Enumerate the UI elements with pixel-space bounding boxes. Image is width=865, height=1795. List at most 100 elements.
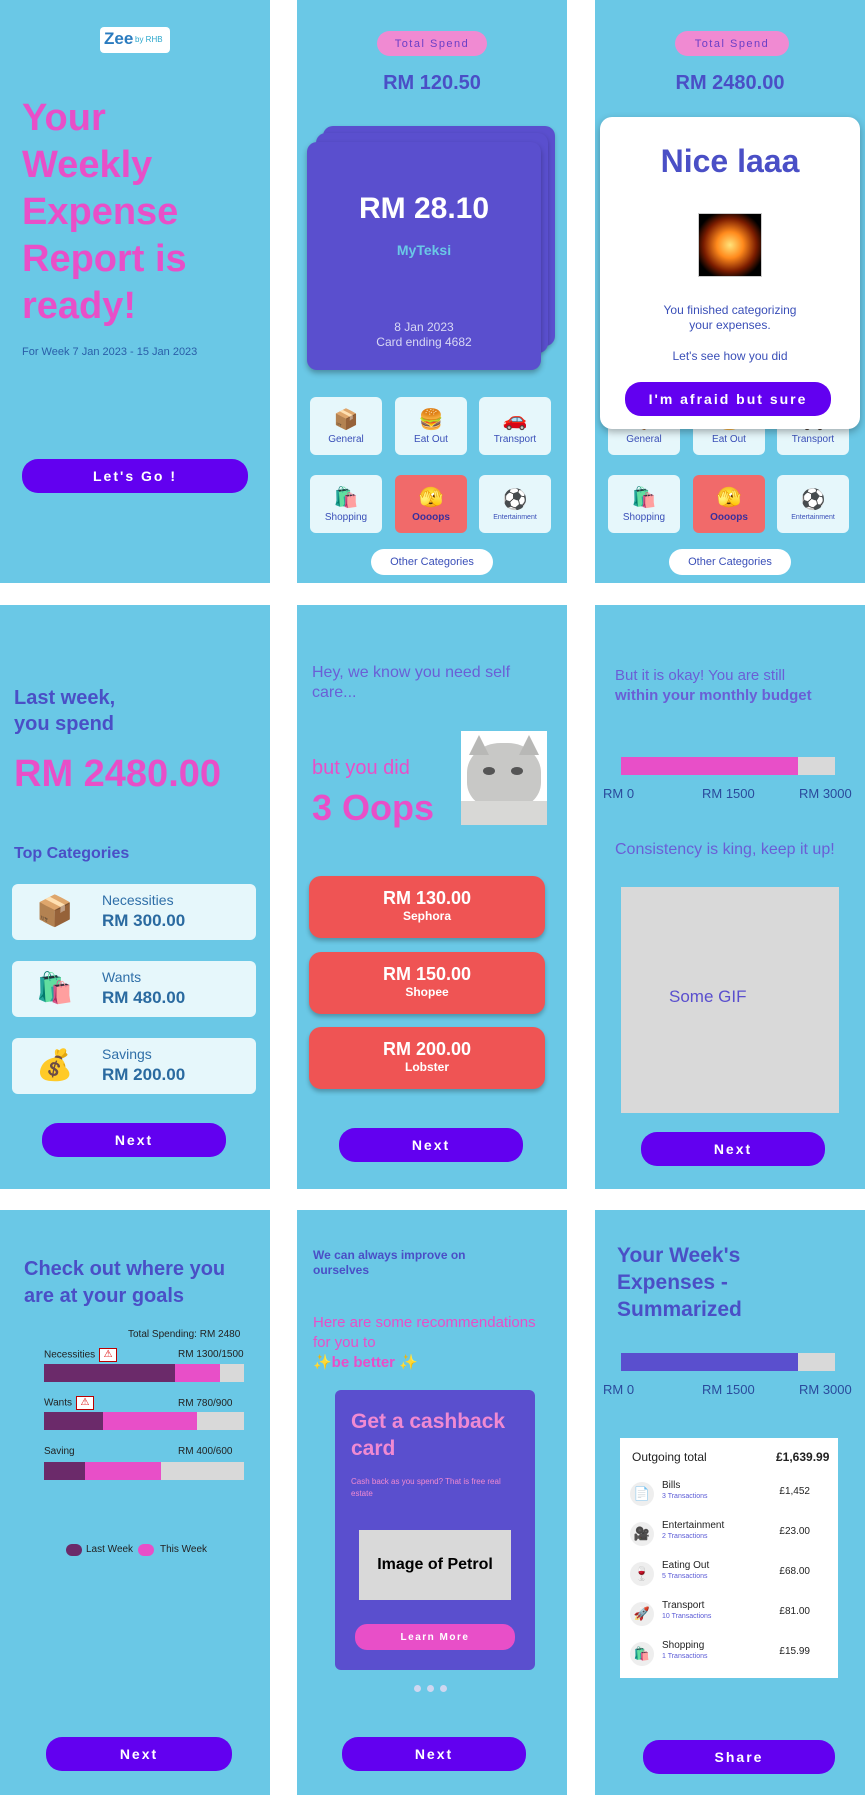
goal-label: Necessities ⚠	[44, 1348, 118, 1362]
category-label: Transport	[791, 433, 835, 445]
goal-last-week-fill	[44, 1462, 86, 1480]
carousel-dot[interactable]	[440, 1685, 447, 1692]
category-entertainment[interactable]: ⚽ Entertainment	[777, 475, 849, 533]
axis-tick: RM 3000	[799, 1382, 852, 1397]
share-button[interactable]: Share	[643, 1740, 835, 1774]
modal-title: Nice laaa	[660, 143, 800, 179]
next-button[interactable]: Next	[342, 1737, 526, 1771]
transaction-row[interactable]: 🚀 Transport 10 Transactions £81.00	[630, 1596, 810, 1636]
money-bag-hand-icon: 💰	[36, 1049, 74, 1082]
category-general[interactable]: 📦 General	[310, 397, 382, 455]
next-button[interactable]: Next	[339, 1128, 523, 1162]
total-spend-pill: Total Spend	[377, 31, 487, 56]
category-label: Eat Out	[712, 433, 746, 445]
goal-value: RM 400/600	[178, 1446, 233, 1457]
completion-modal: Nice laaa You finished categorizing your…	[600, 117, 860, 429]
transaction-category: Entertainment	[662, 1520, 725, 1531]
oops-transaction[interactable]: RM 150.00 Shopee	[309, 952, 545, 1014]
cat-eye	[483, 767, 495, 775]
axis-tick: RM 1500	[702, 1382, 755, 1397]
soccer-ball-icon: ⚽	[502, 488, 528, 511]
category-eat-out[interactable]: 🍔 Eat Out	[395, 397, 467, 455]
sad-cat-image	[461, 731, 547, 825]
cat-ear	[469, 735, 489, 755]
learn-more-button[interactable]: Learn More	[355, 1624, 515, 1650]
gif-placeholder: Some GIF	[621, 887, 839, 1113]
soccer-ball-icon: ⚽	[800, 488, 826, 511]
afraid-but-sure-button[interactable]: I'm afraid but sure	[625, 382, 831, 416]
cashback-card[interactable]: Get a cashback card Cash back as you spe…	[335, 1390, 535, 1670]
transaction-amount: £81.00	[779, 1606, 810, 1617]
goal-bar	[44, 1412, 244, 1430]
next-button[interactable]: Next	[42, 1123, 226, 1157]
lets-go-button[interactable]: Let's Go !	[22, 459, 248, 493]
total-spending-label: Total Spending: RM 2480	[128, 1329, 241, 1340]
top-category-card: 📦 Necessities RM 300.00	[12, 884, 256, 940]
screen-last-week: Last week, you spend RM 2480.00 Top Cate…	[0, 605, 270, 1189]
headline-line: Report is	[22, 238, 187, 280]
next-button[interactable]: Next	[46, 1737, 232, 1771]
screen-summary: Your Week's Expenses - Summarized RM 0 R…	[595, 1210, 865, 1795]
transaction-row[interactable]: 🛍️ Shopping 1 Transactions £15.99	[630, 1636, 810, 1676]
category-entertainment[interactable]: ⚽ Entertainment	[479, 475, 551, 533]
axis-tick: RM 0	[603, 786, 635, 801]
petrol-image-placeholder: Image of Petrol	[359, 1530, 511, 1600]
category-label: Oooops	[710, 511, 748, 523]
top-category-name: Wants	[102, 969, 142, 985]
axis-tick: RM 1500	[702, 786, 755, 801]
you-spend-line: you spend	[14, 713, 115, 735]
transaction-row[interactable]: 🍷 Eating Out 5 Transactions £68.00	[630, 1556, 810, 1596]
carousel-dot[interactable]	[427, 1685, 434, 1692]
last-week-line: Last week,	[14, 687, 116, 709]
transaction-count: 3 Transactions	[662, 1493, 708, 1500]
oops-amount: RM 150.00	[382, 964, 472, 984]
top-category-amount: RM 200.00	[102, 1065, 186, 1084]
shopping-bags-icon: 🛍️	[630, 1642, 654, 1666]
transaction-amount: £1,452	[779, 1486, 810, 1497]
category-label: Oooops	[412, 511, 450, 523]
transaction-row[interactable]: 📄 Bills 3 Transactions £1,452	[630, 1476, 810, 1516]
goal-last-week-fill	[44, 1412, 103, 1430]
transaction-amount: £23.00	[779, 1526, 810, 1537]
other-categories-button[interactable]: Other Categories	[371, 549, 493, 575]
category-oooops[interactable]: 🫣 Oooops	[395, 475, 467, 533]
top-category-amount: RM 480.00	[102, 988, 186, 1007]
outgoing-summary-card: Outgoing total £1,639.99 📄 Bills 3 Trans…	[620, 1438, 838, 1678]
category-label: Shopping	[324, 511, 368, 523]
other-categories-button[interactable]: Other Categories	[669, 549, 791, 575]
petrol-image-label: Image of Petrol	[377, 1556, 493, 1573]
category-shopping[interactable]: 🛍️ Shopping	[608, 475, 680, 533]
total-spend-amount: RM 2480.00	[675, 72, 785, 94]
legend-last-week-swatch	[66, 1544, 82, 1556]
carousel-dot[interactable]	[414, 1685, 421, 1692]
be-better-text: ✨be better ✨	[313, 1354, 418, 1371]
oops-transaction[interactable]: RM 130.00 Sephora	[309, 876, 545, 938]
headline-line: Weekly	[22, 144, 153, 186]
transaction-row[interactable]: 🎥 Entertainment 2 Transactions £23.00	[630, 1516, 810, 1556]
next-button[interactable]: Next	[641, 1132, 825, 1166]
recommendation-text: Here are some recommendations for you to	[313, 1314, 536, 1351]
category-oooops[interactable]: 🫣 Oooops	[693, 475, 765, 533]
category-transport[interactable]: 🚗 Transport	[479, 397, 551, 455]
headline-line: Your	[22, 97, 106, 139]
category-shopping[interactable]: 🛍️ Shopping	[310, 475, 382, 533]
transaction-date: 8 Jan 2023	[394, 320, 454, 334]
goal-value: RM 780/900	[178, 1398, 233, 1409]
category-label: Transport	[493, 433, 537, 445]
top-category-amount: RM 300.00	[102, 911, 186, 930]
self-care-text: Hey, we know you need self care...	[312, 664, 511, 701]
transaction-category: Bills	[662, 1480, 681, 1491]
transaction-count: 1 Transactions	[662, 1653, 708, 1660]
axis-tick: RM 3000	[799, 786, 852, 801]
oops-amount: RM 130.00	[382, 888, 472, 908]
transaction-card[interactable]: RM 28.10 MyTeksi 8 Jan 2023 Card ending …	[307, 142, 541, 370]
goal-bar	[44, 1462, 244, 1480]
oops-transaction[interactable]: RM 200.00 Lobster	[309, 1027, 545, 1089]
summary-bar-fill	[621, 1353, 798, 1371]
screen-oops: Hey, we know you need self care... but y…	[297, 605, 567, 1189]
document-icon: 📄	[630, 1482, 654, 1506]
goal-last-week-fill	[44, 1364, 176, 1382]
headline: Your Weekly Expense Report is ready!	[22, 95, 262, 330]
warning-icon: ⚠	[99, 1348, 118, 1362]
oops-merchant: Shopee	[405, 985, 449, 999]
